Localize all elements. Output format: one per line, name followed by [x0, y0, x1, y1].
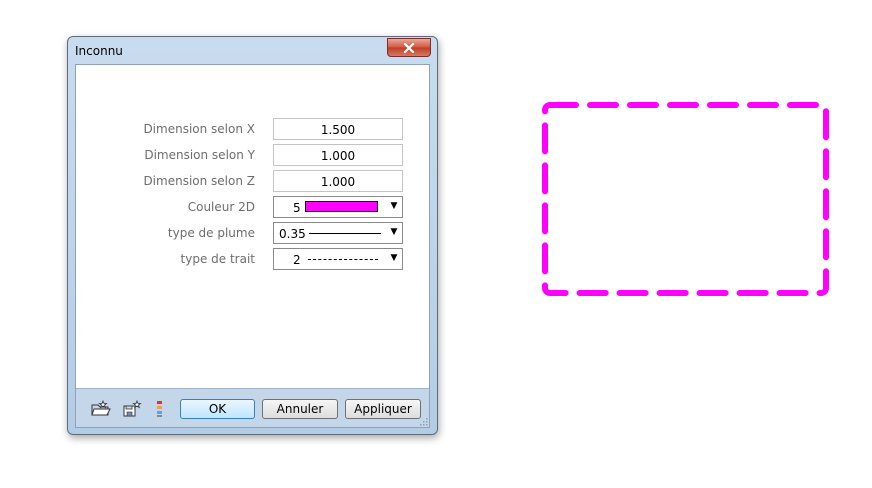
drawing-canvas — [542, 102, 829, 296]
dashed-rectangle-shape[interactable] — [542, 102, 829, 296]
